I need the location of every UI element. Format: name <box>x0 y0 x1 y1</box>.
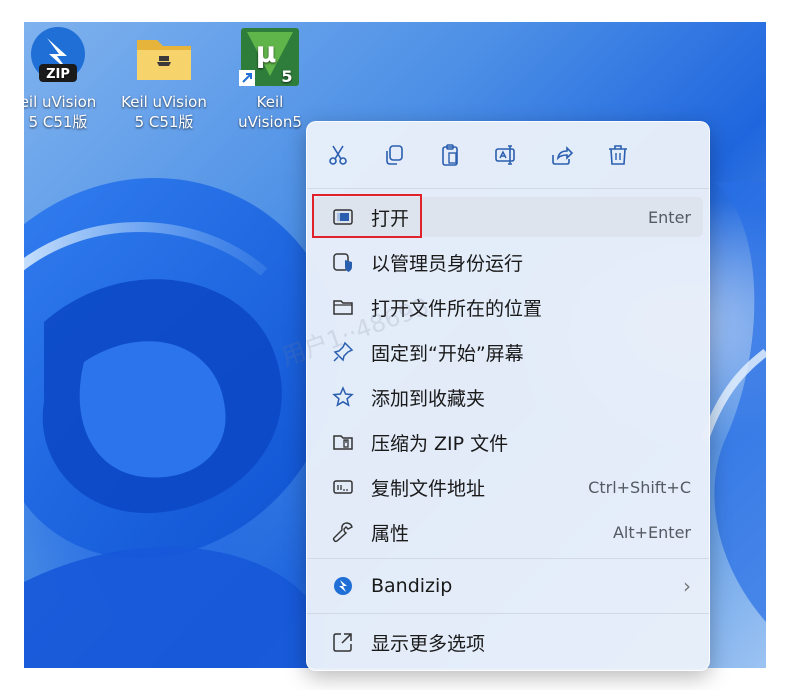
cut-icon <box>329 145 347 165</box>
menu-item-label: 固定到“开始”屏幕 <box>371 342 524 365</box>
desktop-icon-keil-folder[interactable]: Keil uVision 5 C51版 <box>120 26 208 132</box>
desktop-icon-label-line2: 5 C51版 <box>134 113 194 131</box>
delete-icon <box>609 145 627 165</box>
paste-icon <box>442 144 458 166</box>
desktop-icon-label-line1: Keil <box>256 93 284 111</box>
menu-item-label: 属性 <box>371 522 410 545</box>
desktop-icon-label-line1: Keil uVision <box>121 93 207 111</box>
desktop-icon-label-line1: eil uVision <box>24 93 97 111</box>
uvision-app-icon: μ 5 <box>239 26 301 88</box>
menu-separator <box>307 188 709 189</box>
desktop-icon-label-line2: 5 C51版 <box>28 113 88 131</box>
uvision-glyph: μ <box>256 36 277 69</box>
menu-item-label: 以管理员身份运行 <box>371 252 524 275</box>
menu-item-copy-as-path[interactable]: 复制文件地址 Ctrl+Shift+C <box>313 467 703 507</box>
menu-item-label: Bandizip <box>371 575 453 597</box>
menu-separator <box>307 558 709 559</box>
zip-badge-text: ZIP <box>46 67 70 82</box>
zip-folder-icon <box>329 428 357 456</box>
menu-item-shortcut: Alt+Enter <box>612 522 691 542</box>
external-open-icon <box>329 628 357 656</box>
menu-item-label: 压缩为 ZIP 文件 <box>371 432 509 455</box>
copy-path-icon <box>329 473 357 501</box>
menu-separator <box>307 613 709 614</box>
menu-item-bandizip[interactable]: Bandizip › <box>313 566 703 606</box>
share-button[interactable] <box>547 140 577 170</box>
desktop-icon-label-line2: uVision5 <box>238 113 302 131</box>
desktop-icon-keil-zip[interactable]: ZIP eil uVision 5 C51版 <box>24 26 102 132</box>
menu-item-run-as-admin[interactable]: 以管理员身份运行 <box>313 242 703 282</box>
copy-icon <box>386 145 403 165</box>
star-icon <box>329 383 357 411</box>
rename-icon <box>495 145 515 165</box>
uvision-version: 5 <box>281 67 292 86</box>
share-icon <box>552 146 574 165</box>
cut-button[interactable] <box>323 140 353 170</box>
menu-item-shortcut: Ctrl+Shift+C <box>588 477 691 497</box>
copy-button[interactable] <box>379 140 409 170</box>
context-menu-toolbar <box>307 122 709 188</box>
menu-item-show-more-options[interactable]: 显示更多选项 <box>313 622 703 662</box>
menu-item-shortcut: Enter <box>648 207 691 227</box>
menu-item-label: 复制文件地址 <box>371 477 486 500</box>
menu-item-compress-zip[interactable]: 压缩为 ZIP 文件 <box>313 422 703 462</box>
rename-button[interactable] <box>491 140 521 170</box>
admin-shield-icon <box>329 248 357 276</box>
red-highlight-box <box>312 194 422 238</box>
wrench-icon <box>329 518 357 546</box>
folder-icon <box>133 26 195 88</box>
delete-button[interactable] <box>603 140 633 170</box>
desktop-icon-keil-uvision5[interactable]: μ 5 Keil uVision5 <box>226 26 314 132</box>
chevron-right-icon: › <box>683 574 691 598</box>
bandizip-archive-icon: ZIP <box>27 26 89 88</box>
paste-button[interactable] <box>435 140 465 170</box>
menu-item-label: 显示更多选项 <box>371 632 486 655</box>
menu-item-add-to-favorites[interactable]: 添加到收藏夹 <box>313 377 703 417</box>
menu-item-label: 添加到收藏夹 <box>371 387 486 410</box>
bandizip-icon <box>329 572 357 600</box>
menu-item-properties[interactable]: 属性 Alt+Enter <box>313 512 703 552</box>
